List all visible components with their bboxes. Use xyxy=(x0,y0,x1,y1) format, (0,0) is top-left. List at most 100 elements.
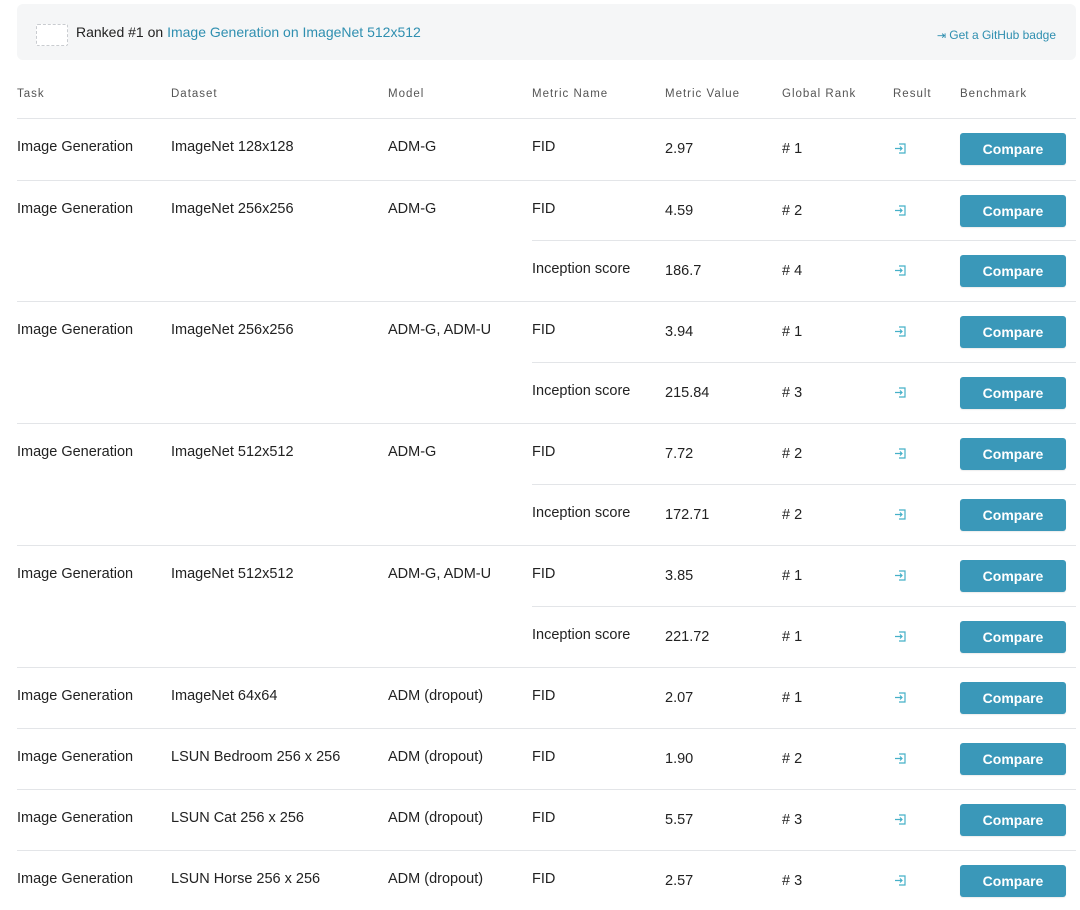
cell-dataset: ImageNet 128x128 xyxy=(171,139,294,155)
compare-button[interactable]: Compare xyxy=(960,804,1066,836)
compare-button[interactable]: Compare xyxy=(960,621,1066,653)
cell-value: 221.72 xyxy=(665,629,710,645)
row-divider xyxy=(17,850,1076,851)
result-link-icon[interactable] xyxy=(894,691,908,705)
cell-rank: # 3 xyxy=(782,812,803,828)
cell-rank: # 2 xyxy=(782,203,803,219)
compare-button[interactable]: Compare xyxy=(960,133,1066,165)
ranking-banner: Ranked #1 on Image Generation on ImageNe… xyxy=(17,4,1076,60)
header-task: Task xyxy=(17,88,45,100)
cell-task: Image Generation xyxy=(17,871,134,887)
cell-model: ADM-G xyxy=(388,201,437,217)
row-divider xyxy=(17,118,1076,119)
row-divider xyxy=(17,545,1076,546)
result-link-icon[interactable] xyxy=(894,752,908,766)
result-link-icon[interactable] xyxy=(894,630,908,644)
header-metric-name: Metric Name xyxy=(532,88,609,100)
cell-task: Image Generation xyxy=(17,810,134,826)
row-divider xyxy=(532,484,1076,485)
cell-rank: # 1 xyxy=(782,568,803,584)
cell-dataset: LSUN Horse 256 x 256 xyxy=(171,871,321,887)
cell-value: 2.57 xyxy=(665,873,694,889)
cell-metric: FID xyxy=(532,688,556,704)
compare-button[interactable]: Compare xyxy=(960,682,1066,714)
header-result: Result xyxy=(893,88,932,100)
cell-dataset: ImageNet 512x512 xyxy=(171,444,294,460)
compare-button[interactable]: Compare xyxy=(960,377,1066,409)
cell-metric: FID xyxy=(532,201,556,217)
cell-rank: # 3 xyxy=(782,385,803,401)
row-divider xyxy=(17,180,1076,181)
benchmark-thumbnail xyxy=(36,24,68,46)
compare-button[interactable]: Compare xyxy=(960,743,1066,775)
cell-task: Image Generation xyxy=(17,566,134,582)
cell-dataset: ImageNet 512x512 xyxy=(171,566,294,582)
compare-button[interactable]: Compare xyxy=(960,316,1066,348)
cell-rank: # 1 xyxy=(782,690,803,706)
row-divider xyxy=(17,728,1076,729)
cell-dataset: ImageNet 256x256 xyxy=(171,201,294,217)
cell-metric: Inception score xyxy=(532,505,631,521)
result-link-icon[interactable] xyxy=(894,447,908,461)
cell-metric: Inception score xyxy=(532,383,631,399)
cell-value: 186.7 xyxy=(665,263,702,279)
result-link-icon[interactable] xyxy=(894,142,908,156)
cell-value: 1.90 xyxy=(665,751,694,767)
cell-metric: FID xyxy=(532,322,556,338)
result-link-icon[interactable] xyxy=(894,325,908,339)
badge-arrow-icon: ⇥ xyxy=(937,30,947,42)
result-link-icon[interactable] xyxy=(894,508,908,522)
cell-rank: # 4 xyxy=(782,263,803,279)
cell-task: Image Generation xyxy=(17,322,134,338)
result-link-icon[interactable] xyxy=(894,386,908,400)
cell-model: ADM-G, ADM-U xyxy=(388,566,492,582)
result-link-icon[interactable] xyxy=(894,569,908,583)
compare-button[interactable]: Compare xyxy=(960,865,1066,897)
cell-task: Image Generation xyxy=(17,201,134,217)
row-divider xyxy=(17,667,1076,668)
result-link-icon[interactable] xyxy=(894,874,908,888)
github-badge-label: Get a GitHub badge xyxy=(949,28,1056,42)
header-benchmark: Benchmark xyxy=(960,88,1028,100)
cell-model: ADM-G xyxy=(388,139,437,155)
compare-button[interactable]: Compare xyxy=(960,438,1066,470)
compare-button[interactable]: Compare xyxy=(960,560,1066,592)
cell-metric: FID xyxy=(532,444,556,460)
cell-metric: FID xyxy=(532,139,556,155)
cell-rank: # 1 xyxy=(782,629,803,645)
cell-task: Image Generation xyxy=(17,444,134,460)
cell-task: Image Generation xyxy=(17,749,134,765)
ranking-benchmark-link[interactable]: Image Generation on ImageNet 512x512 xyxy=(167,24,421,40)
header-dataset: Dataset xyxy=(171,88,218,100)
cell-rank: # 1 xyxy=(782,141,803,157)
cell-metric: FID xyxy=(532,871,556,887)
cell-rank: # 2 xyxy=(782,507,803,523)
cell-model: ADM (dropout) xyxy=(388,688,484,704)
result-link-icon[interactable] xyxy=(894,264,908,278)
cell-rank: # 2 xyxy=(782,751,803,767)
row-divider xyxy=(17,789,1076,790)
cell-metric: Inception score xyxy=(532,627,631,643)
cell-model: ADM (dropout) xyxy=(388,871,484,887)
cell-rank: # 3 xyxy=(782,873,803,889)
row-divider xyxy=(17,301,1076,302)
result-link-icon[interactable] xyxy=(894,813,908,827)
cell-metric: Inception score xyxy=(532,261,631,277)
compare-button[interactable]: Compare xyxy=(960,499,1066,531)
cell-model: ADM (dropout) xyxy=(388,810,484,826)
result-link-icon[interactable] xyxy=(894,204,908,218)
header-model: Model xyxy=(388,88,425,100)
row-divider xyxy=(532,362,1076,363)
cell-model: ADM-G, ADM-U xyxy=(388,322,492,338)
ranking-prefix: Ranked #1 on xyxy=(76,24,168,40)
compare-button[interactable]: Compare xyxy=(960,195,1066,227)
github-badge-link[interactable]: ⇥ Get a GitHub badge xyxy=(937,28,1056,42)
cell-model: ADM-G xyxy=(388,444,437,460)
cell-metric: FID xyxy=(532,566,556,582)
compare-button[interactable]: Compare xyxy=(960,255,1066,287)
cell-dataset: ImageNet 64x64 xyxy=(171,688,278,704)
cell-value: 3.94 xyxy=(665,324,694,340)
row-divider xyxy=(17,423,1076,424)
cell-value: 5.57 xyxy=(665,812,694,828)
header-metric-value: Metric Value xyxy=(665,88,741,100)
